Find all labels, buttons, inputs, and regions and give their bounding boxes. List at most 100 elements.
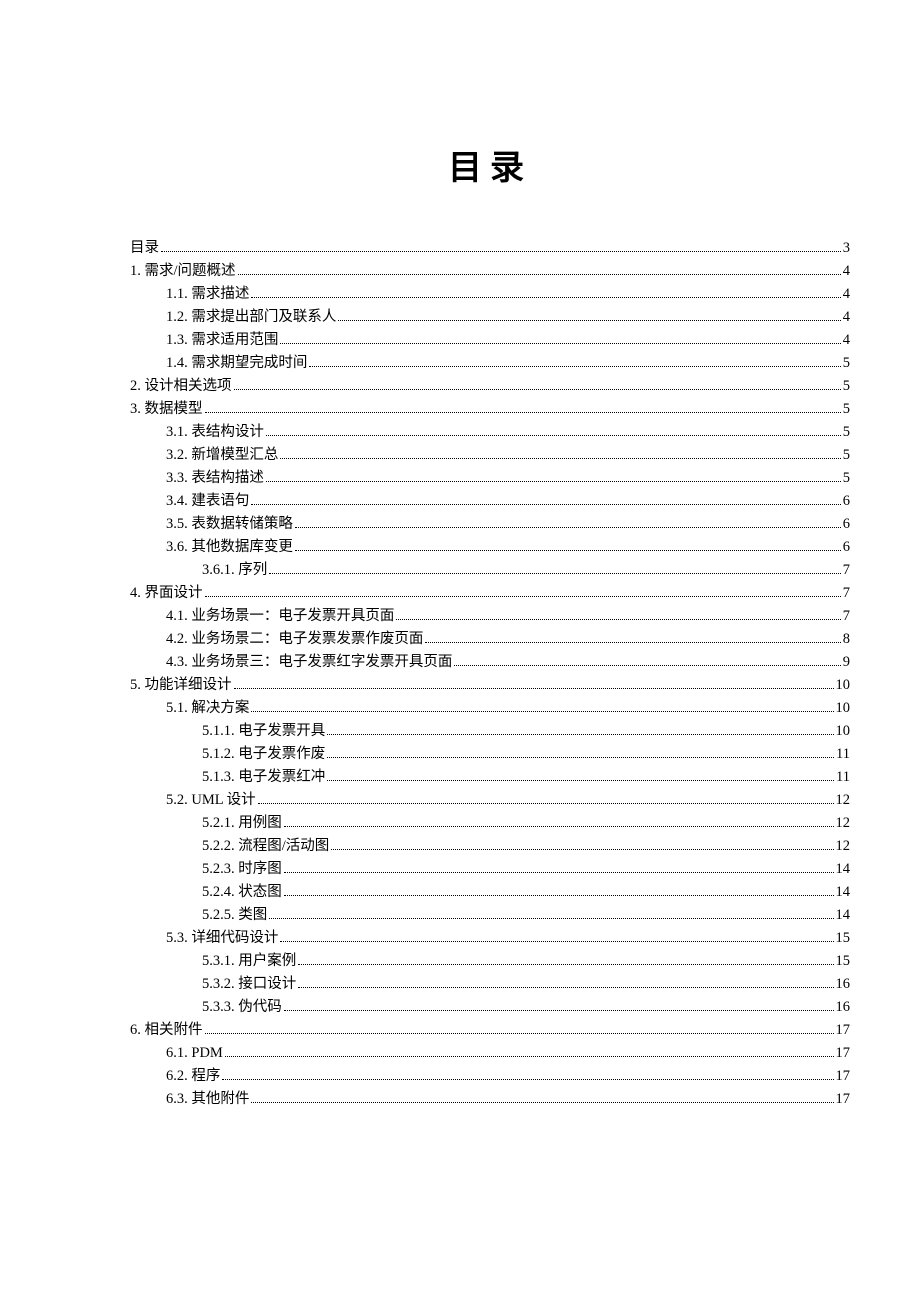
toc-dots: [280, 343, 840, 344]
toc-entry[interactable]: 5.1.2. 电子发票作废11: [130, 743, 850, 766]
toc-entry[interactable]: 1.3. 需求适用范围4: [130, 329, 850, 352]
toc-dots: [284, 895, 834, 896]
toc-entry[interactable]: 5.2.2. 流程图/活动图12: [130, 835, 850, 858]
toc-entry-label: 5. 功能详细设计: [130, 674, 232, 697]
toc-entry-page: 5: [843, 398, 850, 421]
toc-entry[interactable]: 5.2. UML 设计12: [130, 789, 850, 812]
toc-entry[interactable]: 5.2.5. 类图14: [130, 904, 850, 927]
toc-entry[interactable]: 6. 相关附件17: [130, 1019, 850, 1042]
toc-entry[interactable]: 5.3.2. 接口设计16: [130, 973, 850, 996]
toc-dots: [205, 1033, 834, 1034]
toc-entry[interactable]: 5.3. 详细代码设计15: [130, 927, 850, 950]
toc-entry[interactable]: 6.3. 其他附件17: [130, 1088, 850, 1111]
toc-entry-page: 14: [836, 858, 851, 881]
toc-dots: [234, 389, 841, 390]
toc-entry-label: 3.6. 其他数据库变更: [166, 536, 293, 559]
toc-entry-page: 14: [836, 904, 851, 927]
toc-dots: [234, 688, 834, 689]
toc-entry-label: 3.4. 建表语句: [166, 490, 249, 513]
toc-entry[interactable]: 5.2.4. 状态图14: [130, 881, 850, 904]
toc-entry-label: 5.1.3. 电子发票红冲: [202, 766, 325, 789]
toc-entry-page: 5: [843, 375, 850, 398]
toc-entry[interactable]: 4. 界面设计 7: [130, 582, 850, 605]
toc-dots: [454, 665, 840, 666]
toc-entry-label: 3.1. 表结构设计: [166, 421, 264, 444]
toc-entry-label: 4. 界面设计: [130, 582, 203, 605]
toc-entry-page: 16: [836, 973, 851, 996]
toc-entry[interactable]: 5.1.1. 电子发票开具 10: [130, 720, 850, 743]
toc-entry-page: 6: [843, 490, 850, 513]
toc-entry-page: 11: [836, 743, 850, 766]
toc-entry-page: 7: [843, 559, 850, 582]
toc-entry[interactable]: 5.3.1. 用户案例15: [130, 950, 850, 973]
toc-entry[interactable]: 6.1. PDM17: [130, 1042, 850, 1065]
toc-entry[interactable]: 1.2. 需求提出部门及联系人4: [130, 306, 850, 329]
toc-entry[interactable]: 3. 数据模型 5: [130, 398, 850, 421]
toc-dots: [266, 481, 841, 482]
toc-entry-page: 17: [836, 1019, 851, 1042]
toc-entry-page: 14: [836, 881, 851, 904]
toc-dots: [284, 872, 834, 873]
toc-entry[interactable]: 3.4. 建表语句 6: [130, 490, 850, 513]
toc-entry-page: 10: [836, 720, 851, 743]
toc-entry-label: 1.1. 需求描述: [166, 283, 249, 306]
toc-entry[interactable]: 4.1. 业务场景一：电子发票开具页面7: [130, 605, 850, 628]
toc-dots: [205, 412, 841, 413]
toc-entry-page: 16: [836, 996, 851, 1019]
toc-dots: [251, 711, 833, 712]
toc-entry-page: 12: [836, 812, 851, 835]
toc-dots: [222, 1079, 833, 1080]
toc-dots: [298, 987, 833, 988]
toc-entry[interactable]: 5. 功能详细设计 10: [130, 674, 850, 697]
toc-entry-page: 4: [843, 260, 850, 283]
toc-entry[interactable]: 1.4. 需求期望完成时间5: [130, 352, 850, 375]
toc-entry-label: 1.3. 需求适用范围: [166, 329, 278, 352]
toc-entry-label: 3.5. 表数据转储策略: [166, 513, 293, 536]
toc-entry[interactable]: 2. 设计相关选项 5: [130, 375, 850, 398]
toc-title: 目录: [130, 140, 850, 189]
toc-entry[interactable]: 目录3: [130, 237, 850, 260]
toc-entry[interactable]: 1.1. 需求描述 4: [130, 283, 850, 306]
toc-entry[interactable]: 5.1. 解决方案10: [130, 697, 850, 720]
toc-entry[interactable]: 4.3. 业务场景三：电子发票红字发票开具页面9: [130, 651, 850, 674]
toc-dots: [251, 1102, 833, 1103]
toc-dots: [327, 780, 834, 781]
toc-entry[interactable]: 5.3.3. 伪代码 16: [130, 996, 850, 1019]
toc-entry-page: 10: [836, 674, 851, 697]
toc-entry[interactable]: 3.3. 表结构描述5: [130, 467, 850, 490]
toc-dots: [251, 297, 840, 298]
toc-entry[interactable]: 1. 需求/问题概述 4: [130, 260, 850, 283]
toc-dots: [266, 435, 841, 436]
toc-entry[interactable]: 5.1.3. 电子发票红冲11: [130, 766, 850, 789]
toc-dots: [205, 596, 841, 597]
toc-dots: [280, 941, 833, 942]
toc-entry[interactable]: 5.2.1. 用例图 12: [130, 812, 850, 835]
toc-entry[interactable]: 5.2.3. 时序图 14: [130, 858, 850, 881]
toc-dots: [251, 504, 840, 505]
toc-entry-page: 17: [836, 1088, 851, 1111]
toc-entry[interactable]: 3.6.1. 序列 7: [130, 559, 850, 582]
toc-entry-label: 5.2.2. 流程图/活动图: [202, 835, 329, 858]
toc-entry[interactable]: 3.1. 表结构设计5: [130, 421, 850, 444]
toc-entry[interactable]: 3.6. 其他数据库变更6: [130, 536, 850, 559]
toc-entry-label: 5.1.1. 电子发票开具: [202, 720, 325, 743]
toc-entry-page: 4: [843, 283, 850, 306]
toc-dots: [309, 366, 840, 367]
toc-entry-label: 3. 数据模型: [130, 398, 203, 421]
toc-entry[interactable]: 4.2. 业务场景二：电子发票发票作废页面8: [130, 628, 850, 651]
toc-entry-label: 3.3. 表结构描述: [166, 467, 264, 490]
toc-entry[interactable]: 3.2. 新增模型汇总5: [130, 444, 850, 467]
toc-entry-label: 5.2.1. 用例图: [202, 812, 282, 835]
toc-entry-label: 3.6.1. 序列: [202, 559, 267, 582]
toc-entry[interactable]: 6.2. 程序17: [130, 1065, 850, 1088]
toc-entry-page: 7: [843, 582, 850, 605]
toc-entry-page: 15: [836, 927, 851, 950]
toc-entry-label: 目录: [130, 237, 159, 260]
toc-dots: [298, 964, 833, 965]
toc-list: 目录31. 需求/问题概述41.1. 需求描述41.2. 需求提出部门及联系人4…: [130, 237, 850, 1111]
toc-entry[interactable]: 3.5. 表数据转储策略6: [130, 513, 850, 536]
toc-entry-label: 5.3.3. 伪代码: [202, 996, 282, 1019]
toc-entry-label: 5.2.3. 时序图: [202, 858, 282, 881]
toc-entry-label: 2. 设计相关选项: [130, 375, 232, 398]
toc-entry-label: 1. 需求/问题概述: [130, 260, 236, 283]
